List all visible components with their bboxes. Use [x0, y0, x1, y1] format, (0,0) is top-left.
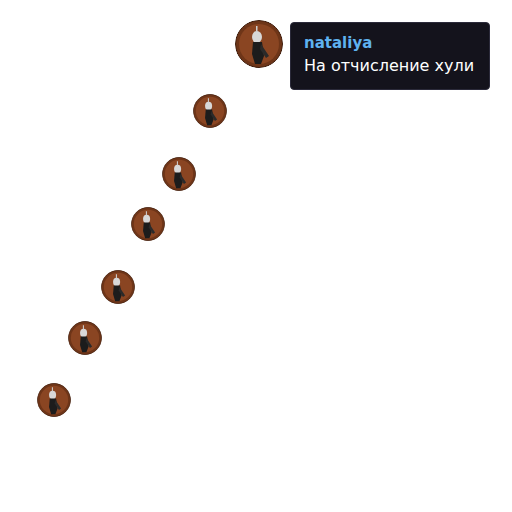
chat-canvas: nataliyaНа отчисление хули — [0, 0, 512, 512]
message-text: На отчисление хули — [304, 55, 476, 77]
avatar-icon[interactable] — [101, 270, 135, 304]
message-bubble: nataliyaНа отчисление хули — [290, 22, 490, 90]
avatar-icon[interactable] — [193, 94, 227, 128]
avatar-icon[interactable] — [131, 207, 165, 241]
avatar-icon[interactable] — [235, 20, 283, 68]
avatar-icon[interactable] — [162, 157, 196, 191]
avatar-icon[interactable] — [68, 321, 102, 355]
avatar-icon[interactable] — [37, 383, 71, 417]
author-name[interactable]: nataliya — [304, 33, 476, 53]
